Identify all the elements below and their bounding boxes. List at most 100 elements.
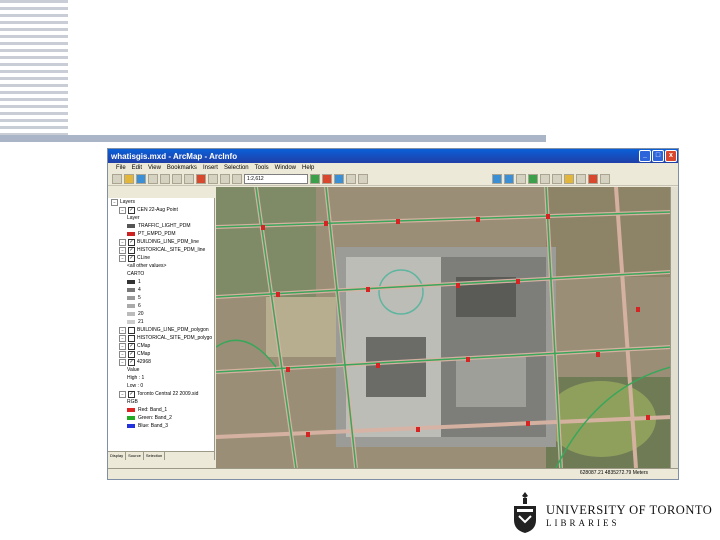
forward-extent-icon[interactable] bbox=[552, 174, 562, 184]
toc-item-label: Value bbox=[127, 367, 140, 373]
menu-view[interactable]: View bbox=[148, 165, 161, 171]
menu-help[interactable]: Help bbox=[302, 165, 314, 171]
select-features-icon[interactable] bbox=[564, 174, 574, 184]
toc-item[interactable]: − ✓ Toronto Central 22 2009.sid bbox=[108, 390, 214, 398]
expand-collapse-icon[interactable]: − bbox=[119, 206, 126, 214]
expand-collapse-icon[interactable]: − bbox=[119, 342, 126, 350]
cut-icon[interactable] bbox=[160, 174, 170, 184]
map-vertical-scrollbar[interactable] bbox=[670, 187, 678, 468]
new-document-icon[interactable] bbox=[112, 174, 122, 184]
layer-visibility-checkbox[interactable]: ✓ bbox=[128, 246, 135, 254]
layer-visibility-checkbox[interactable]: ✓ bbox=[128, 358, 135, 366]
menu-bookmarks[interactable]: Bookmarks bbox=[167, 165, 197, 171]
toc-item-label: Red: Band_1 bbox=[138, 407, 168, 413]
layer-visibility-checkbox[interactable]: ✓ bbox=[128, 254, 135, 262]
layer-visibility-checkbox[interactable]: ✓ bbox=[128, 238, 135, 246]
close-button[interactable]: x bbox=[665, 150, 677, 162]
print-icon[interactable] bbox=[148, 174, 158, 184]
toc-item: CARTO bbox=[108, 270, 214, 278]
toc-item-label: Green: Band_2 bbox=[138, 415, 172, 421]
map-display[interactable] bbox=[216, 187, 671, 468]
toc-item: Layer bbox=[108, 214, 214, 222]
undo-icon[interactable] bbox=[208, 174, 218, 184]
expand-collapse-icon[interactable]: − bbox=[119, 238, 126, 246]
copy-icon[interactable] bbox=[172, 174, 182, 184]
expand-collapse-icon[interactable]: − bbox=[119, 254, 126, 262]
paste-icon[interactable] bbox=[184, 174, 194, 184]
toc-item[interactable]: − Layers bbox=[108, 198, 214, 206]
tab-selection[interactable]: Selection bbox=[144, 452, 166, 460]
redo-icon[interactable] bbox=[220, 174, 230, 184]
coordinate-readout: 628087.21 4835272.79 Meters bbox=[579, 470, 648, 476]
expand-collapse-icon[interactable]: − bbox=[111, 198, 118, 206]
tab-display[interactable]: Display bbox=[108, 452, 127, 460]
toc-item: Blue: Band_3 bbox=[108, 422, 214, 430]
arctoolbox-icon[interactable] bbox=[322, 174, 332, 184]
layer-visibility-checkbox[interactable]: ✓ bbox=[128, 390, 135, 398]
layer-visibility-checkbox[interactable]: ✓ bbox=[128, 342, 135, 350]
slide-divider-bar bbox=[0, 135, 546, 142]
menu-window[interactable]: Window bbox=[275, 165, 296, 171]
status-bar: 628087.21 4835272.79 Meters bbox=[108, 468, 678, 479]
expand-collapse-icon[interactable]: − bbox=[119, 326, 126, 334]
toc-item-label: 6 bbox=[138, 303, 141, 309]
menu-tools[interactable]: Tools bbox=[255, 165, 269, 171]
expand-collapse-icon[interactable]: − bbox=[119, 390, 126, 398]
layer-visibility-checkbox[interactable]: ✓ bbox=[128, 206, 135, 214]
toc-item[interactable]: − ✓ CLine bbox=[108, 254, 214, 262]
map-scale-input[interactable]: 1:2,612 bbox=[244, 174, 308, 184]
expand-collapse-icon[interactable]: − bbox=[119, 358, 126, 366]
open-folder-icon[interactable] bbox=[124, 174, 134, 184]
zoom-in-icon[interactable] bbox=[492, 174, 502, 184]
expand-collapse-icon[interactable]: − bbox=[119, 350, 126, 358]
toc-item: RGB bbox=[108, 398, 214, 406]
standard-toolbar: 1:2,612 bbox=[108, 173, 678, 186]
expand-collapse-icon[interactable]: − bbox=[119, 246, 126, 254]
toc-item[interactable]: − ✓ CMap bbox=[108, 342, 214, 350]
toc-item[interactable]: − HISTORICAL_SITE_PDM_polygo bbox=[108, 334, 214, 342]
model-builder-icon[interactable] bbox=[346, 174, 356, 184]
layer-visibility-checkbox[interactable] bbox=[128, 326, 135, 334]
identify-icon[interactable] bbox=[576, 174, 586, 184]
zoom-out-icon[interactable] bbox=[504, 174, 514, 184]
minimize-button[interactable]: _ bbox=[639, 150, 651, 162]
toc-item[interactable]: − ✓ 42968 bbox=[108, 358, 214, 366]
full-extent-icon[interactable] bbox=[528, 174, 538, 184]
back-extent-icon[interactable] bbox=[540, 174, 550, 184]
toc-item: 5 bbox=[108, 294, 214, 302]
find-icon[interactable] bbox=[588, 174, 598, 184]
toc-item-label: Low : 0 bbox=[127, 383, 144, 389]
toc-item[interactable]: − ✓ HISTORICAL_SITE_PDM_line bbox=[108, 246, 214, 254]
toc-item-label: CARTO bbox=[127, 271, 145, 277]
command-line-icon[interactable] bbox=[334, 174, 344, 184]
menu-file[interactable]: File bbox=[116, 165, 126, 171]
menu-selection[interactable]: Selection bbox=[224, 165, 249, 171]
tab-source[interactable]: Source bbox=[126, 452, 144, 460]
measure-icon[interactable] bbox=[600, 174, 610, 184]
toc-item: Green: Band_2 bbox=[108, 414, 214, 422]
layer-visibility-checkbox[interactable]: ✓ bbox=[128, 350, 135, 358]
toc-item-label: 42968 bbox=[137, 359, 151, 365]
menu-insert[interactable]: Insert bbox=[203, 165, 218, 171]
layer-visibility-checkbox[interactable] bbox=[128, 334, 135, 342]
toc-item[interactable]: − ✓ CMap bbox=[108, 350, 214, 358]
pan-icon[interactable] bbox=[516, 174, 526, 184]
window-title: whatisgis.mxd - ArcMap - ArcInfo bbox=[111, 151, 238, 161]
toc-item-label: CEN 22-Aug Point bbox=[137, 207, 178, 213]
toc-item: TRAFFIC_LIGHT_PDM bbox=[108, 222, 214, 230]
maximize-button[interactable]: □ bbox=[652, 150, 664, 162]
toc-item[interactable]: − BUILDING_LINE_PDM_polygon bbox=[108, 326, 214, 334]
toc-item: Low : 0 bbox=[108, 382, 214, 390]
add-data-icon[interactable] bbox=[232, 174, 242, 184]
toc-item[interactable]: − ✓ CEN 22-Aug Point bbox=[108, 206, 214, 214]
expand-collapse-icon[interactable]: − bbox=[119, 334, 126, 342]
help-icon[interactable] bbox=[358, 174, 368, 184]
editor-icon[interactable] bbox=[310, 174, 320, 184]
delete-icon[interactable] bbox=[196, 174, 206, 184]
save-icon[interactable] bbox=[136, 174, 146, 184]
menu-edit[interactable]: Edit bbox=[132, 165, 142, 171]
toc-item-label: 20 bbox=[138, 311, 144, 317]
legend-symbol-icon bbox=[127, 312, 135, 316]
toc-item-label: Blue: Band_3 bbox=[138, 423, 169, 429]
toc-item[interactable]: − ✓ BUILDING_LINE_PDM_line bbox=[108, 238, 214, 246]
